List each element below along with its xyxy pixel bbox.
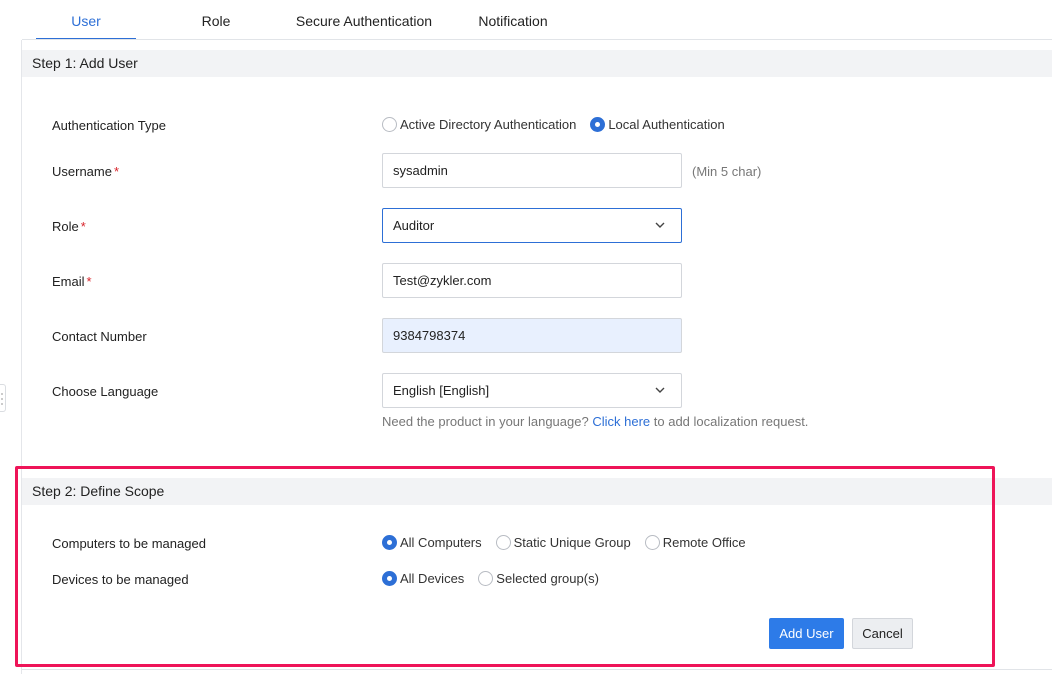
role-select[interactable]: Auditor bbox=[382, 208, 682, 243]
role-label: Role * bbox=[52, 219, 86, 234]
radio-active-directory[interactable]: Active Directory Authentication bbox=[382, 117, 576, 132]
radio-all-computers[interactable]: All Computers bbox=[382, 535, 482, 550]
radio-remote-office[interactable]: Remote Office bbox=[644, 535, 746, 550]
drag-handle-icon[interactable] bbox=[0, 384, 6, 412]
language-select-value: English [English] bbox=[393, 383, 490, 398]
tab-bar: User Role Secure Authentication Notifica… bbox=[0, 0, 1052, 40]
language-select[interactable]: English [English] bbox=[382, 373, 682, 408]
auth-type-label: Authentication Type bbox=[52, 118, 166, 133]
devices-managed-label: Devices to be managed bbox=[52, 572, 189, 587]
radio-label: All Devices bbox=[400, 571, 465, 586]
email-label: Email * bbox=[52, 274, 92, 289]
add-user-button[interactable]: Add User bbox=[769, 618, 844, 649]
tab-role[interactable]: Role bbox=[186, 0, 246, 40]
tab-secure-authentication[interactable]: Secure Authentication bbox=[284, 0, 444, 40]
radio-static-unique-group[interactable]: Static Unique Group bbox=[495, 535, 631, 550]
radio-label: Selected group(s) bbox=[496, 571, 599, 586]
radio-checked-icon bbox=[382, 535, 397, 550]
radio-label: Static Unique Group bbox=[513, 535, 631, 550]
radio-local-authentication[interactable]: Local Authentication bbox=[590, 117, 725, 132]
step2-header: Step 2: Define Scope bbox=[22, 478, 1052, 505]
auth-type-radio-group: Active Directory Authentication Local Au… bbox=[382, 117, 739, 132]
username-label: Username * bbox=[52, 164, 120, 179]
username-input[interactable]: sysadmin bbox=[382, 153, 682, 188]
language-help-text: Need the product in your language? Click… bbox=[382, 414, 809, 429]
radio-label: Local Authentication bbox=[608, 117, 725, 132]
radio-label: Active Directory Authentication bbox=[400, 117, 577, 132]
radio-checked-icon bbox=[590, 117, 606, 132]
radio-unchecked-icon bbox=[495, 535, 511, 550]
cancel-button[interactable]: Cancel bbox=[852, 618, 913, 649]
radio-all-devices[interactable]: All Devices bbox=[382, 571, 464, 586]
radio-selected-groups[interactable]: Selected group(s) bbox=[478, 571, 599, 586]
radio-label: Remote Office bbox=[662, 535, 746, 550]
required-asterisk: * bbox=[86, 274, 92, 289]
devices-radio-group: All Devices Selected group(s) bbox=[382, 571, 613, 586]
required-asterisk: * bbox=[113, 164, 120, 179]
bottom-divider bbox=[22, 669, 1052, 670]
chevron-down-icon bbox=[655, 387, 665, 393]
radio-label: All Computers bbox=[400, 535, 482, 550]
computers-radio-group: All Computers Static Unique Group Remote… bbox=[382, 535, 760, 550]
radio-unchecked-icon bbox=[478, 571, 494, 586]
computers-managed-label: Computers to be managed bbox=[52, 536, 206, 551]
radio-checked-icon bbox=[382, 571, 397, 586]
step1-header: Step 1: Add User bbox=[22, 50, 1052, 77]
role-select-value: Auditor bbox=[393, 218, 435, 233]
panel-border bbox=[21, 40, 22, 674]
contact-number-label: Contact Number bbox=[52, 329, 147, 344]
chevron-down-icon bbox=[655, 222, 665, 228]
localization-request-link[interactable]: Click here bbox=[592, 414, 650, 429]
language-label: Choose Language bbox=[52, 384, 159, 399]
required-asterisk: * bbox=[80, 219, 86, 234]
tab-divider bbox=[22, 39, 1052, 40]
tab-notification[interactable]: Notification bbox=[466, 0, 560, 40]
tab-user[interactable]: User bbox=[36, 0, 136, 40]
radio-unchecked-icon bbox=[644, 535, 660, 550]
radio-unchecked-icon bbox=[382, 117, 397, 132]
contact-number-input[interactable]: 9384798374 bbox=[382, 318, 682, 353]
email-input[interactable]: Test@zykler.com bbox=[382, 263, 682, 298]
username-hint: (Min 5 char) bbox=[692, 164, 762, 179]
